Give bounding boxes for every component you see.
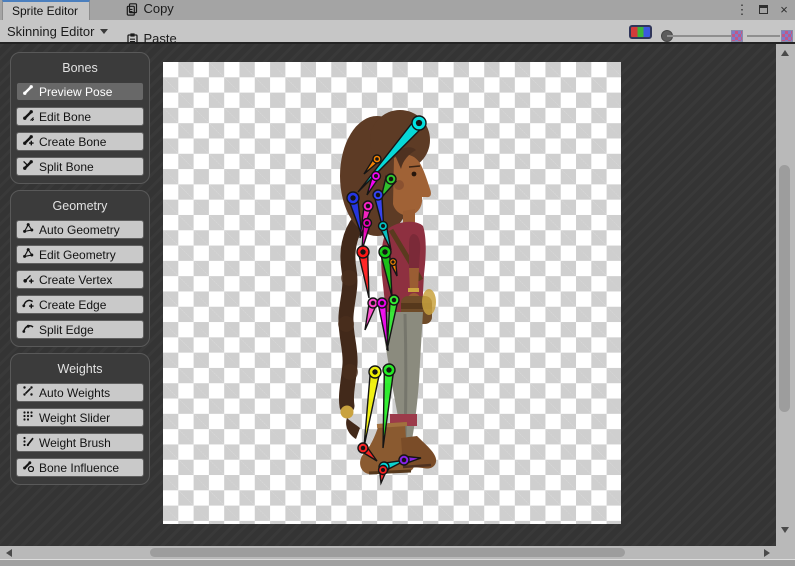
horizontal-scrollbar[interactable]	[0, 546, 776, 559]
weight-slider-icon	[22, 410, 34, 425]
create-vertex-icon	[22, 272, 34, 287]
bone-joint-hole-6	[366, 204, 371, 209]
panel-title: Bones	[11, 57, 149, 82]
panel-button-bone-influence[interactable]: Bone Influence	[16, 458, 144, 477]
panel-button-weight-brush[interactable]: Weight Brush	[16, 433, 144, 452]
bone-joint-hole-20	[381, 468, 385, 472]
bone-joint-hole-19	[402, 458, 407, 463]
preview-pose-icon	[22, 84, 34, 99]
panel-button-preview-pose[interactable]: Preview Pose	[16, 82, 144, 101]
bone-joint-hole-17	[361, 446, 366, 451]
horizontal-scrollbar-thumb[interactable]	[150, 548, 625, 557]
bone-joint-hole-9	[360, 249, 365, 254]
panel-button-edit-geometry[interactable]: Edit Geometry	[16, 245, 144, 264]
bone-joint-hole-0	[416, 120, 422, 126]
bone-joint-hole-10	[382, 249, 387, 254]
close-icon[interactable]: ×	[777, 0, 791, 20]
panel-button-label: Split Edge	[39, 323, 94, 337]
sprite-canvas[interactable]	[163, 62, 621, 524]
tab-title: Sprite Editor	[12, 4, 78, 18]
scroll-up-icon[interactable]	[781, 50, 789, 56]
sprite-editor-window: Sprite Editor ⋮ × Skinning Editor Reset …	[0, 0, 795, 566]
bone-joint-hole-4	[350, 195, 355, 200]
panel-button-auto-weights[interactable]: Auto Weights	[16, 383, 144, 402]
panel-button-edit-bone[interactable]: Edit Bone	[16, 107, 144, 126]
edit-bone-icon	[22, 109, 34, 124]
scroll-right-icon[interactable]	[764, 549, 770, 557]
weight-brush-icon	[22, 435, 34, 450]
toolbar-button-label: Copy	[143, 1, 173, 16]
maximize-icon[interactable]	[756, 0, 770, 20]
bone-joint-hole-7	[381, 224, 385, 228]
braid-bead	[341, 406, 354, 419]
create-edge-icon	[22, 297, 34, 312]
checker-swatch-icon-2	[781, 30, 793, 42]
bone-joint-hole-13	[380, 301, 385, 306]
canvas-background: Bones Preview Pose Edit Bone Create Bone Spl…	[0, 44, 795, 546]
bone-color-swatch-button[interactable]	[629, 25, 652, 39]
bone-joint-hole-3	[389, 177, 394, 182]
split-edge-icon	[22, 322, 34, 337]
panel-button-create-vertex[interactable]: Create Vertex	[16, 270, 144, 289]
window-controls: ⋮ ×	[735, 0, 791, 20]
panel-button-auto-geometry[interactable]: Auto Geometry	[16, 220, 144, 239]
copy-icon	[125, 2, 139, 16]
panel-button-label: Weight Brush	[39, 436, 111, 450]
panel-button-label: Create Edge	[39, 298, 106, 312]
skinning-editor-dropdown[interactable]: Skinning Editor	[0, 20, 116, 42]
skinning-editor-dropdown-label: Skinning Editor	[7, 24, 94, 39]
panel-button-create-edge[interactable]: Create Edge	[16, 295, 144, 314]
bone-joint-hole-1	[375, 157, 379, 161]
panel-button-label: Auto Weights	[39, 386, 110, 400]
bone-joint-hole-12	[371, 301, 376, 306]
vertical-scrollbar-thumb[interactable]	[779, 165, 790, 412]
character-sprite-and-skeleton	[163, 62, 621, 524]
auto-geometry-icon	[22, 222, 34, 237]
panel-title: Weights	[11, 358, 149, 383]
panel-bones: Bones Preview Pose Edit Bone Create Bone Spl…	[10, 52, 150, 184]
panel-button-label: Edit Geometry	[39, 248, 116, 262]
bone-joint-hole-8	[365, 221, 369, 225]
bone-joint-hole-15	[372, 369, 377, 374]
bone-opacity-slider-track[interactable]	[667, 35, 731, 37]
panel-button-split-edge[interactable]: Split Edge	[16, 320, 144, 339]
panel-button-label: Weight Slider	[39, 411, 110, 425]
panel-button-label: Bone Influence	[39, 461, 119, 475]
tab-sprite-editor[interactable]: Sprite Editor	[2, 0, 90, 20]
panel-title: Geometry	[11, 195, 149, 220]
window-bottom-edge	[0, 559, 795, 566]
split-bone-icon	[22, 159, 34, 174]
window-menu-icon[interactable]: ⋮	[735, 0, 749, 20]
panel-button-label: Create Bone	[39, 135, 106, 149]
scroll-down-icon[interactable]	[781, 527, 789, 533]
create-bone-icon	[22, 134, 34, 149]
bone-joint-hole-16	[386, 367, 391, 372]
auto-weights-icon	[22, 385, 34, 400]
chevron-down-icon	[100, 29, 108, 34]
panel-button-split-bone[interactable]: Split Bone	[16, 157, 144, 176]
checker-swatch-icon	[731, 30, 743, 42]
panel-button-weight-slider[interactable]: Weight Slider	[16, 408, 144, 427]
panel-button-label: Create Vertex	[39, 273, 112, 287]
sprite-opacity-slider-track[interactable]	[747, 35, 780, 37]
scroll-left-icon[interactable]	[6, 549, 12, 557]
panel-geometry: Geometry Auto Geometry Edit Geometry Create…	[10, 190, 150, 347]
panel-button-create-bone[interactable]: Create Bone	[16, 132, 144, 151]
bone-joint-hole-11	[391, 260, 394, 263]
panel-button-label: Preview Pose	[39, 85, 112, 99]
toolbar-button-copy[interactable]: Copy	[116, 1, 224, 16]
panel-button-label: Edit Bone	[39, 110, 91, 124]
bone-joint-hole-2	[374, 174, 378, 178]
bone-joint-hole-14	[392, 298, 397, 303]
panel-weights: Weights Auto Weights Weight Slider Weight B…	[10, 353, 150, 485]
bone-13[interactable]	[378, 303, 388, 351]
bone-influence-icon	[22, 460, 34, 475]
panel-button-label: Auto Geometry	[39, 223, 120, 237]
panel-button-label: Split Bone	[39, 160, 94, 174]
edit-geometry-icon	[22, 247, 34, 262]
skinning-toolbar: Skinning Editor Reset PoseSprite SheetCo…	[0, 20, 795, 44]
vertical-scrollbar[interactable]	[776, 44, 795, 559]
bone-joint-hole-5	[376, 193, 381, 198]
